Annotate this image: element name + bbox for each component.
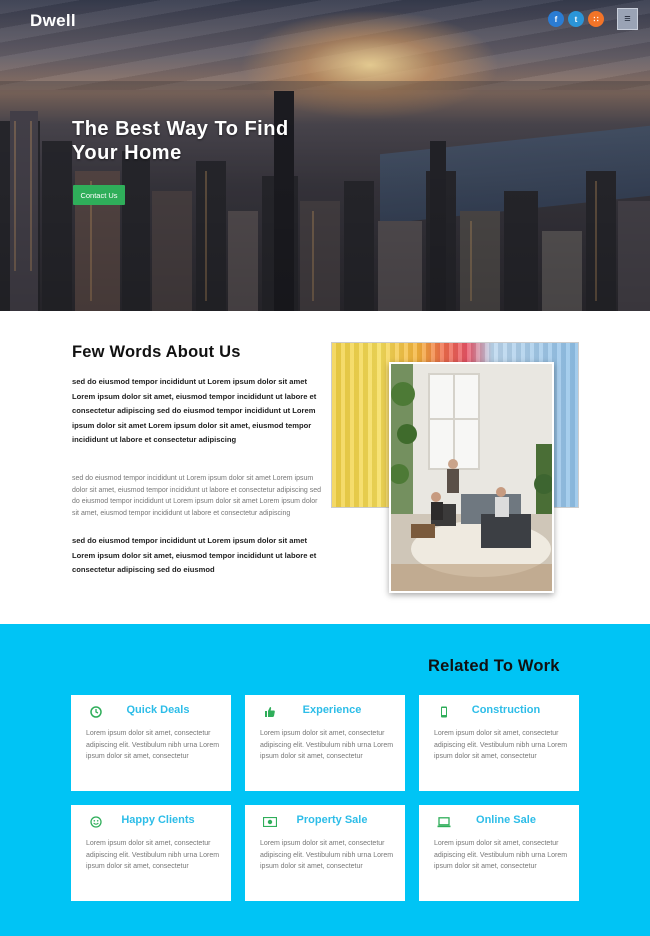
services-title: Related To Work	[428, 657, 560, 675]
service-card-title: Property Sale	[296, 814, 368, 826]
about-paragraph-2: sed do eiusmod tempor incididunt ut Lore…	[72, 475, 322, 517]
hero-title: The Best Way To Find Your Home	[72, 117, 372, 165]
service-card-construction[interactable]: Construction Lorem ipsum dolor sit amet,…	[419, 695, 579, 791]
living-room-illustration	[391, 364, 552, 591]
service-card-experience[interactable]: Experience Lorem ipsum dolor sit amet, c…	[245, 695, 405, 791]
contact-us-button[interactable]: Contact Us	[73, 185, 125, 205]
about-paragraph-1: sed do eiusmod tempor incididunt ut Lore…	[72, 377, 317, 445]
hero-title-line2: Your Home	[72, 142, 182, 164]
service-card-property-sale[interactable]: Property Sale Lorem ipsum dolor sit amet…	[245, 805, 405, 901]
twitter-icon[interactable]: t	[568, 11, 584, 27]
service-card-text: Lorem ipsum dolor sit amet, consectetur …	[434, 730, 568, 760]
about-paragraph-3: sed do eiusmod tempor incididunt ut Lore…	[72, 536, 317, 575]
service-card-happy-clients[interactable]: Happy Clients Lorem ipsum dolor sit amet…	[71, 805, 231, 901]
service-card-text: Lorem ipsum dolor sit amet, consectetur …	[86, 730, 220, 760]
service-card-text: Lorem ipsum dolor sit amet, consectetur …	[260, 730, 394, 760]
hamburger-menu-button[interactable]: ≡	[617, 8, 638, 30]
service-card-title: Experience	[302, 704, 362, 716]
site-logo[interactable]: Dwell	[30, 11, 76, 31]
about-title: Few Words About Us	[72, 343, 241, 361]
service-card-title: Quick Deals	[126, 704, 190, 716]
about-image-living-room	[389, 362, 554, 593]
service-card-title: Happy Clients	[121, 814, 195, 826]
service-card-text: Lorem ipsum dolor sit amet, consectetur …	[86, 840, 220, 870]
hamburger-icon: ≡	[624, 13, 631, 25]
service-card-title: Online Sale	[476, 814, 536, 826]
facebook-icon[interactable]: f	[548, 11, 564, 27]
service-card-text: Lorem ipsum dolor sit amet, consectetur …	[434, 840, 568, 870]
rss-icon[interactable]: ∷	[588, 11, 604, 27]
service-card-text: Lorem ipsum dolor sit amet, consectetur …	[260, 840, 394, 870]
service-card-online-sale[interactable]: Online Sale Lorem ipsum dolor sit amet, …	[419, 805, 579, 901]
service-card-title: Construction	[471, 704, 541, 716]
service-card-quick-deals[interactable]: Quick Deals Lorem ipsum dolor sit amet, …	[71, 695, 231, 791]
social-links: f t ∷	[548, 11, 604, 27]
hero-title-line1: The Best Way To Find	[72, 118, 289, 140]
